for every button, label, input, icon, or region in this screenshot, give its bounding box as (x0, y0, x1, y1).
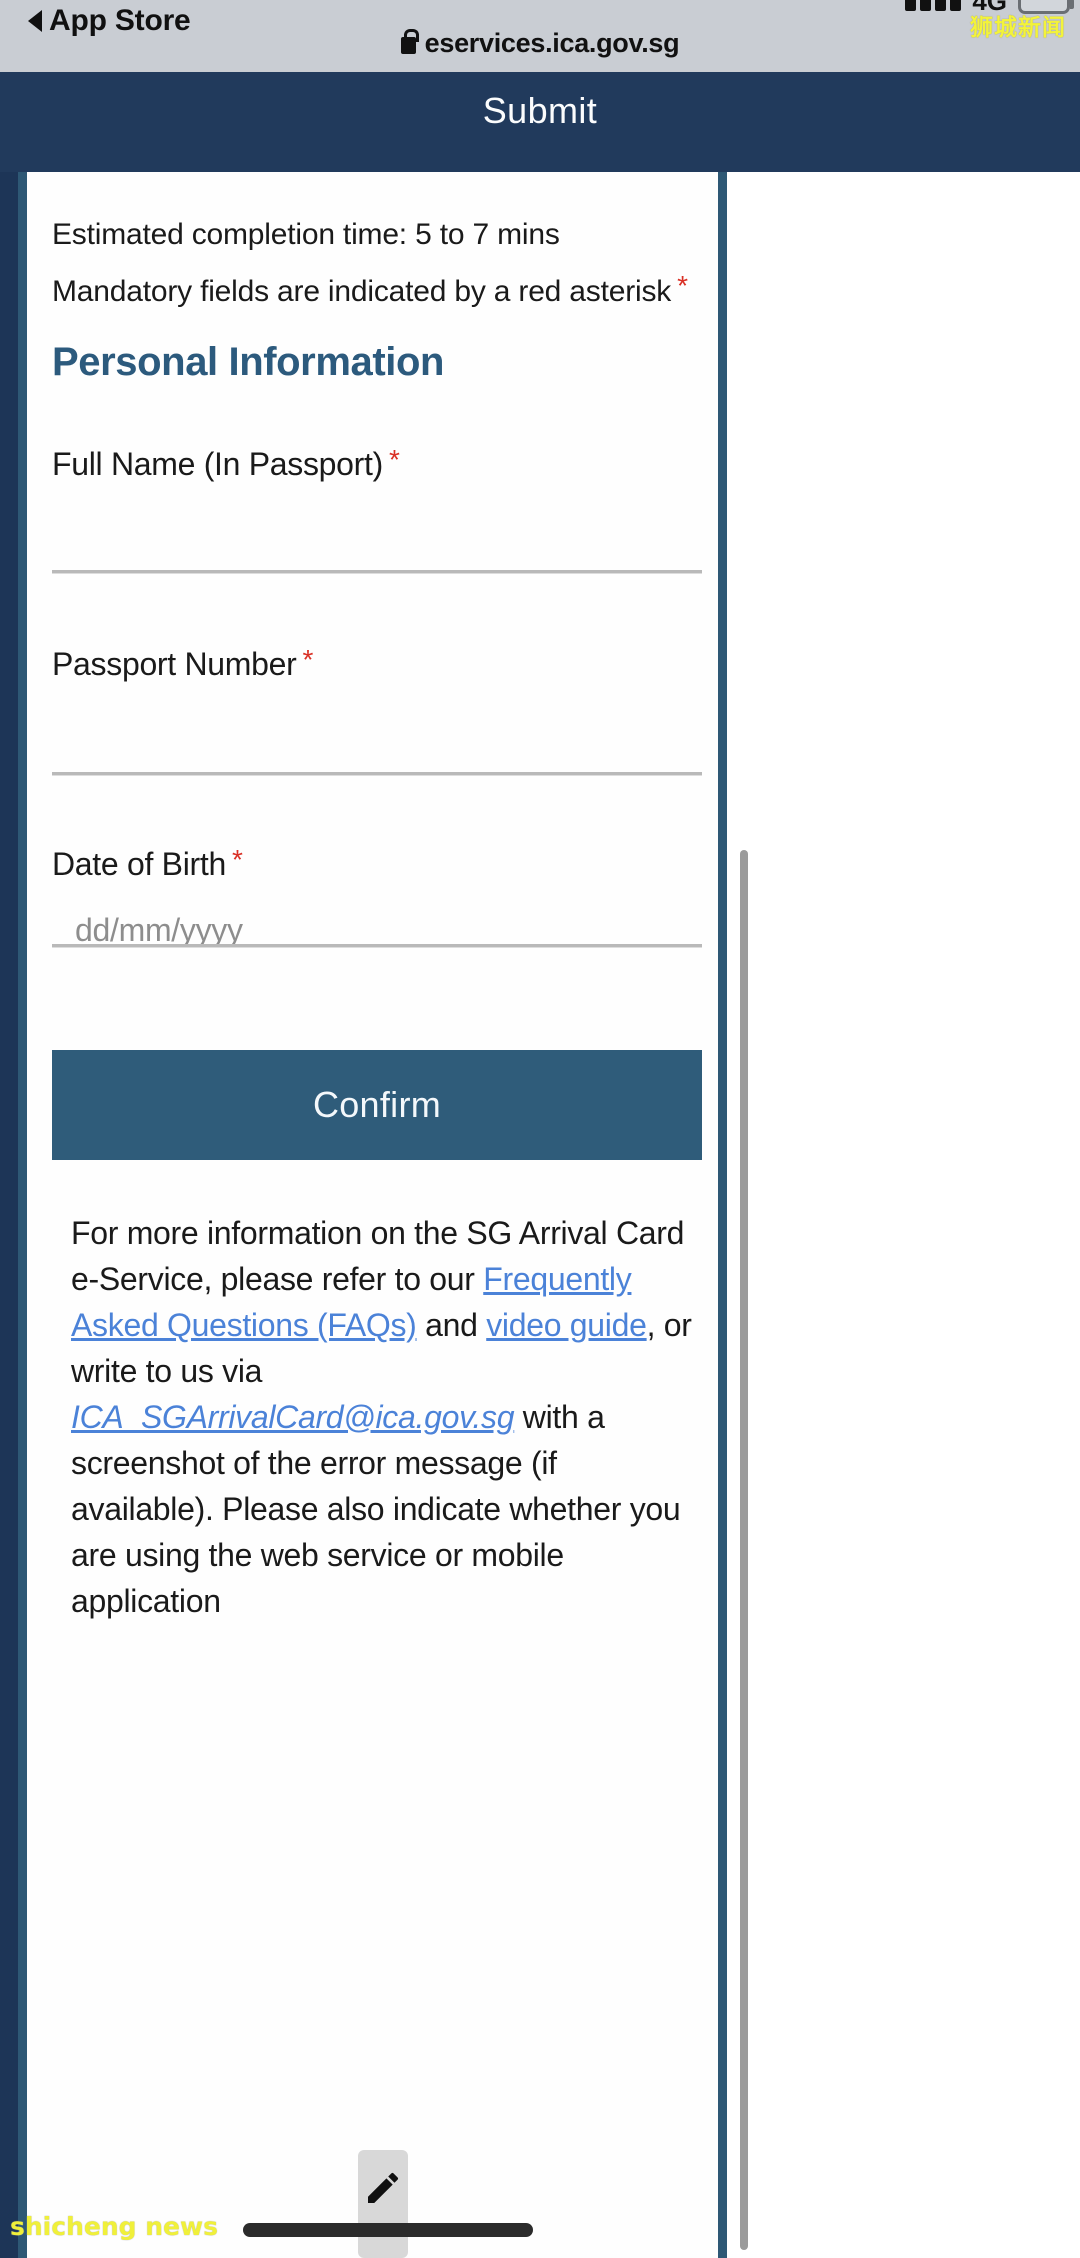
field-full-name: Full Name (In Passport) * (52, 444, 702, 483)
input-passport-number[interactable] (52, 772, 702, 775)
footer-text-part-2: and (416, 1307, 487, 1343)
field-label-full-name: Full Name (In Passport) (52, 446, 383, 482)
home-indicator[interactable] (243, 2223, 533, 2237)
signal-strength-icon (905, 0, 962, 11)
asterisk-icon: * (388, 444, 400, 475)
estimated-time-note: Estimated completion time: 5 to 7 mins (52, 218, 560, 251)
pencil-icon[interactable] (358, 2150, 408, 2258)
link-email-address[interactable]: ICA_SGArrivalCard@ica.gov.sg (71, 1399, 515, 1435)
asterisk-icon: * (677, 270, 688, 301)
ios-status-bar: App Store 4G 狮城新闻 eservices.ica.gov.sg (0, 0, 1080, 72)
app-header: Submit (0, 72, 1080, 172)
page-right-gutter (727, 172, 1080, 2258)
field-label-date-of-birth: Date of Birth (52, 846, 226, 882)
page-body: Estimated completion time: 5 to 7 mins M… (0, 172, 1080, 2258)
card-left-border (18, 172, 27, 2258)
field-label-passport-number: Passport Number (52, 646, 297, 682)
asterisk-icon: * (302, 644, 314, 675)
watermark-bottom: shicheng news (10, 2212, 218, 2241)
mandatory-note-text: Mandatory fields are indicated by a red … (52, 275, 672, 308)
page-title: Submit (482, 90, 598, 131)
url-text: eservices.ica.gov.sg (424, 28, 680, 58)
form-card: Estimated completion time: 5 to 7 mins M… (27, 172, 718, 2258)
field-passport-number: Passport Number * (52, 644, 702, 683)
page-scrollbar[interactable] (740, 850, 748, 2250)
link-video-guide[interactable]: video guide (486, 1307, 647, 1343)
card-right-border (718, 172, 727, 2258)
input-date-of-birth[interactable] (52, 944, 702, 947)
field-date-of-birth: Date of Birth * (52, 844, 702, 883)
section-heading-personal-information: Personal Information (52, 340, 445, 384)
mandatory-fields-note: Mandatory fields are indicated by a red … (52, 272, 688, 307)
confirm-button[interactable]: Confirm (52, 1050, 702, 1160)
asterisk-icon: * (231, 844, 243, 875)
address-bar[interactable]: eservices.ica.gov.sg (0, 28, 1080, 59)
lock-icon (400, 29, 419, 54)
input-full-name[interactable] (52, 570, 702, 573)
footer-help-paragraph: For more information on the SG Arrival C… (71, 1210, 696, 1624)
pencil-glyph (368, 2172, 399, 2203)
